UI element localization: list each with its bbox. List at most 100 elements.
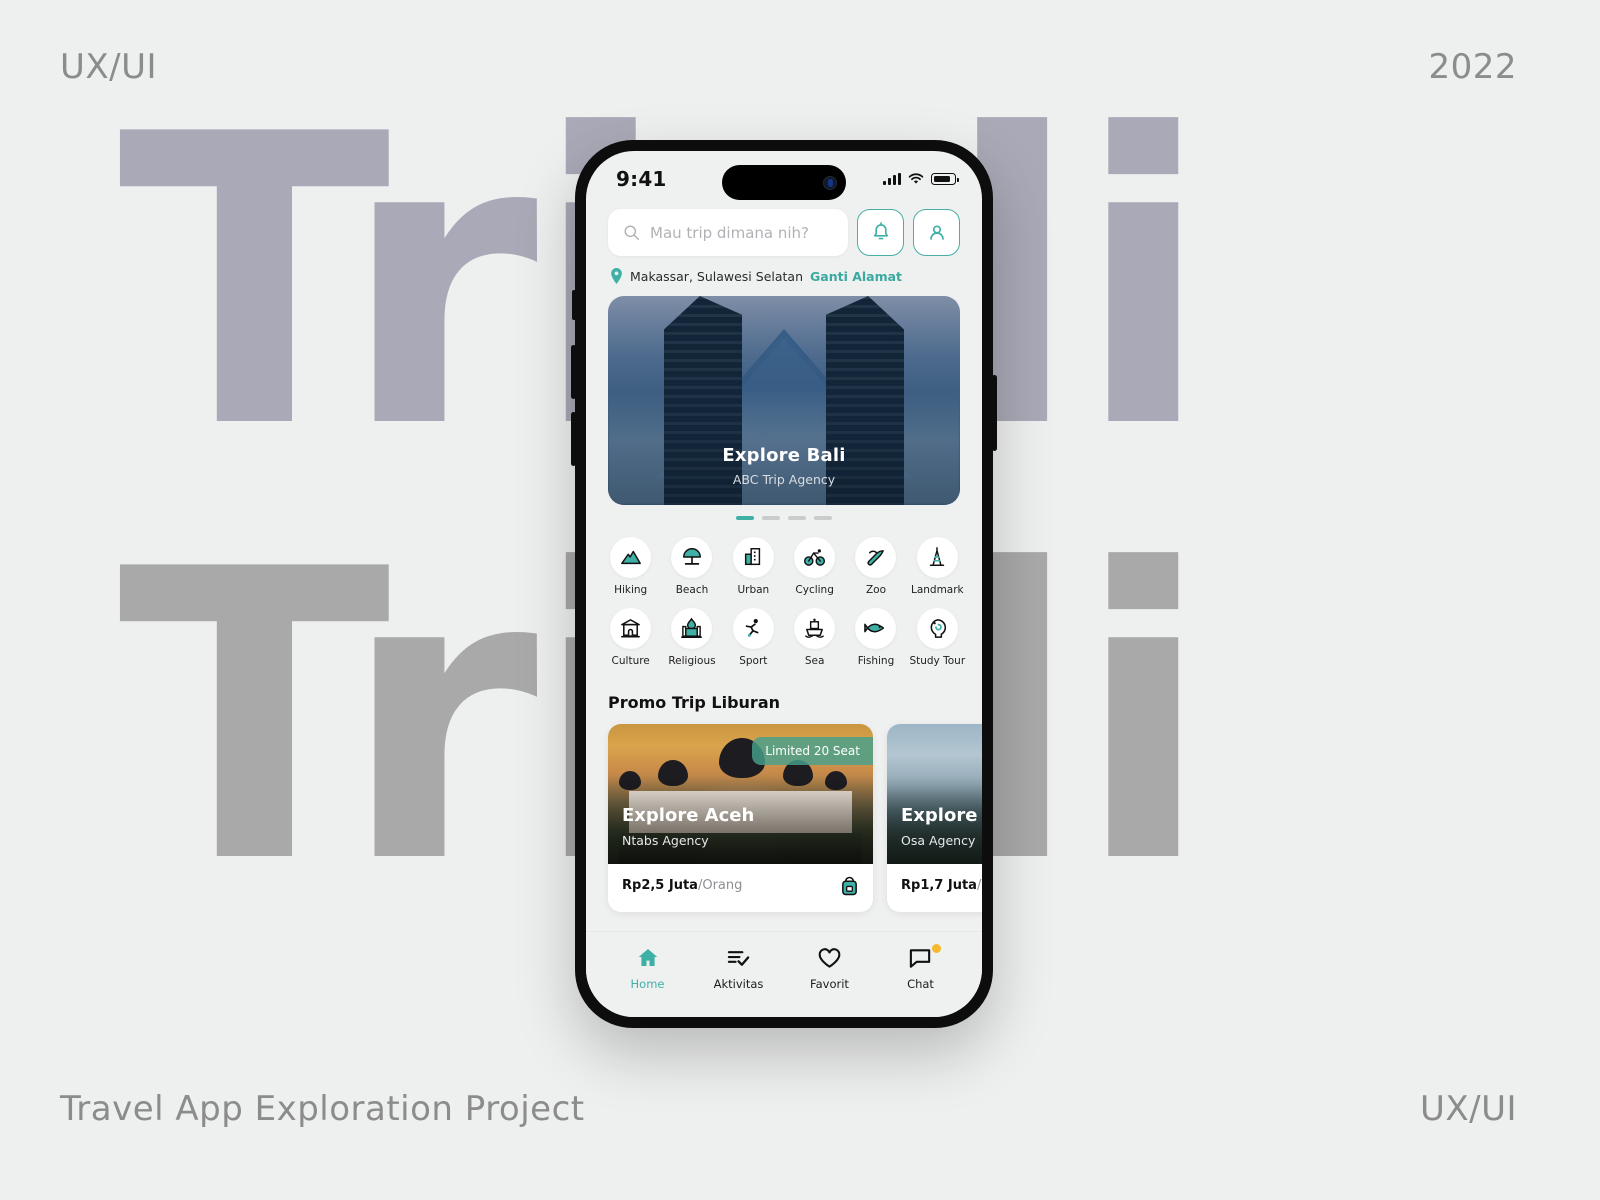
promo-price-unit: /Orang <box>976 878 982 893</box>
dynamic-island <box>722 165 846 200</box>
ship-icon <box>794 607 836 649</box>
profile-button[interactable] <box>913 209 960 256</box>
search-row: Mau trip dimana nih? <box>586 201 982 256</box>
user-icon <box>929 224 944 240</box>
phone-screen: 9:41 Mau trip dimana nih? Makassar, Sula… <box>586 151 982 1017</box>
poster-label-bottom-left: Travel App Exploration Project <box>60 1089 585 1129</box>
category-hiking[interactable]: Hiking <box>600 536 661 596</box>
promo-price-unit: /Orang <box>697 878 743 893</box>
promo-card-aceh[interactable]: Limited 20 Seat Explore Aceh Ntabs Agenc… <box>608 723 873 912</box>
nav-item-chat[interactable]: Chat <box>885 944 957 991</box>
category-label: Landmark <box>910 583 964 596</box>
category-label: Study Tour <box>909 654 966 667</box>
category-row-2: Culture Religious Sport Sea Fishing Stud… <box>600 607 968 667</box>
category-zoo[interactable]: Zoo <box>845 536 906 596</box>
category-fishing[interactable]: Fishing <box>845 607 906 667</box>
change-address-link[interactable]: Ganti Alamat <box>810 269 902 284</box>
promo-card-agency: Ntabs Agency <box>622 832 709 848</box>
wifi-icon <box>908 173 924 184</box>
mountain-icon <box>610 536 652 578</box>
volume-down-button[interactable] <box>571 412 576 466</box>
bicycle-icon <box>794 536 836 578</box>
mosque-icon <box>671 607 713 649</box>
category-label: Culture <box>611 654 650 667</box>
bell-icon <box>873 222 888 240</box>
category-sea[interactable]: Sea <box>784 607 845 667</box>
hero-caption: Explore Bali ABC Trip Agency <box>608 445 960 487</box>
category-label: Sport <box>739 654 768 667</box>
promo-card-agency: Osa Agency <box>901 832 976 848</box>
promo-price-amount: Rp2,5 Juta <box>622 878 698 893</box>
category-row-1: Hiking Beach Urban Cycling Zoo Landmark <box>600 536 968 596</box>
category-label: Religious <box>668 654 716 667</box>
fish-icon <box>855 607 897 649</box>
poster-label-bottom-right: UX/UI <box>1419 1089 1517 1129</box>
category-cycling[interactable]: Cycling <box>784 536 845 596</box>
hero-slide[interactable]: Explore Bali ABC Trip Agency <box>608 296 960 505</box>
promo-card-list[interactable]: Limited 20 Seat Explore Aceh Ntabs Agenc… <box>586 712 982 912</box>
bird-icon <box>855 536 897 578</box>
temple-gate-icon <box>610 607 652 649</box>
promo-card-title: Explore Aceh <box>622 804 755 826</box>
front-camera-icon <box>823 175 837 190</box>
chat-bubble-icon <box>909 949 931 968</box>
hero-subtitle: ABC Trip Agency <box>732 472 836 487</box>
location-row[interactable]: Makassar, Sulawesi Selatan Ganti Alamat <box>586 256 982 284</box>
promo-card-title: Explore Morotai <box>901 804 982 826</box>
poster-label-top-right: 2022 <box>1428 47 1517 87</box>
promo-card-footer: Rp1,7 Juta/Orang <box>887 864 982 912</box>
heart-icon <box>818 948 841 968</box>
checklist-icon <box>727 951 750 966</box>
category-study-tour[interactable]: Study Tour <box>907 607 968 667</box>
promo-card-image: Limited 20 Seat Explore Aceh Ntabs Agenc… <box>608 723 873 864</box>
category-label: Zoo <box>865 583 886 596</box>
nav-item-favorit[interactable]: Favorit <box>794 946 866 991</box>
nav-item-aktivitas[interactable]: Aktivitas <box>703 946 775 991</box>
category-culture[interactable]: Culture <box>600 607 661 667</box>
promo-badge: Limited 20 Seat <box>752 736 873 765</box>
bottom-navigation: Home Aktivitas Favorit Chat <box>586 931 982 1017</box>
status-bar-time: 9:41 <box>616 167 667 191</box>
promo-card-image: Explore Morotai Osa Agency <box>887 723 982 864</box>
category-grid: Hiking Beach Urban Cycling Zoo Landmark … <box>586 520 982 679</box>
poster-label-top-left: UX/UI <box>60 47 158 87</box>
hero-carousel[interactable]: Explore Bali ABC Trip Agency <box>586 284 982 520</box>
map-pin-icon <box>611 268 622 284</box>
promo-card-price: Rp1,7 Juta/Orang <box>901 878 982 893</box>
nav-label: Home <box>630 977 665 991</box>
chat-unread-badge <box>931 944 941 953</box>
search-placeholder: Mau trip dimana nih? <box>650 223 810 242</box>
running-person-icon <box>732 607 774 649</box>
category-label: Beach <box>675 583 709 596</box>
hero-title: Explore Bali <box>722 445 846 466</box>
home-scroll-area[interactable]: Mau trip dimana nih? Makassar, Sulawesi … <box>586 201 982 931</box>
power-button[interactable] <box>992 375 997 451</box>
silent-switch[interactable] <box>572 290 576 320</box>
category-label: Cycling <box>795 583 834 596</box>
brain-idea-icon <box>916 607 958 649</box>
category-religious[interactable]: Religious <box>661 607 722 667</box>
location-text: Makassar, Sulawesi Selatan <box>630 268 803 284</box>
beach-umbrella-icon <box>671 536 713 578</box>
cellular-signal-icon <box>883 173 901 185</box>
promo-price-amount: Rp1,7 Juta <box>901 878 977 893</box>
battery-icon <box>931 173 959 185</box>
notification-button[interactable] <box>857 209 904 256</box>
category-sport[interactable]: Sport <box>723 607 784 667</box>
promo-card-footer: Rp2,5 Juta/Orang <box>608 864 873 912</box>
nav-label: Favorit <box>810 977 849 991</box>
backpack-icon[interactable] <box>840 876 859 896</box>
volume-up-button[interactable] <box>571 345 576 399</box>
search-input[interactable]: Mau trip dimana nih? <box>608 209 848 256</box>
home-icon <box>638 949 657 966</box>
search-icon <box>624 225 640 241</box>
promo-card-morotai[interactable]: Explore Morotai Osa Agency Rp1,7 Juta/Or… <box>887 723 982 912</box>
category-label: Urban <box>737 583 770 596</box>
category-beach[interactable]: Beach <box>661 536 722 596</box>
category-label: Fishing <box>857 654 895 667</box>
nav-item-home[interactable]: Home <box>612 946 684 991</box>
phone-mockup: 9:41 Mau trip dimana nih? Makassar, Sula… <box>571 140 997 1028</box>
category-landmark[interactable]: Landmark <box>907 536 968 596</box>
status-bar-indicators <box>883 173 959 185</box>
category-urban[interactable]: Urban <box>723 536 784 596</box>
